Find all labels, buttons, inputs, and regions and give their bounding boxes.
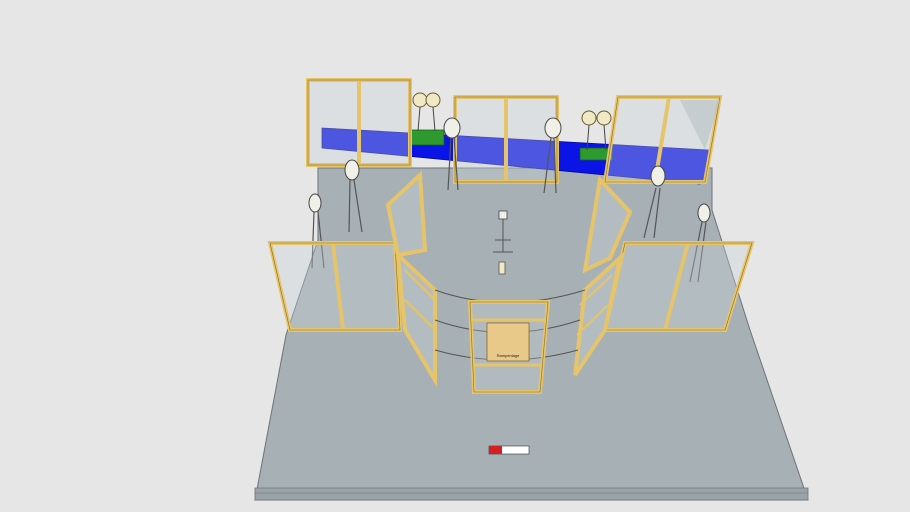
back-wall-left: [306, 78, 412, 167]
steel-target-plate: [425, 92, 441, 108]
steel-target-plate: [412, 92, 428, 108]
sign-label: Rampenlage: [497, 353, 520, 358]
side-wall-right: [602, 241, 755, 332]
target-bench-left: [409, 92, 445, 146]
sign-board: Rampenlage: [486, 322, 530, 362]
target-bench-right: [579, 110, 613, 161]
floor-marker: [488, 445, 530, 455]
steel-target-plate: [596, 110, 612, 126]
steel-target-plate: [581, 110, 597, 126]
side-wall-left: [267, 241, 403, 332]
back-wall-center: [453, 95, 559, 184]
shooting-range-3d-model: Rampenlage: [254, 78, 809, 501]
